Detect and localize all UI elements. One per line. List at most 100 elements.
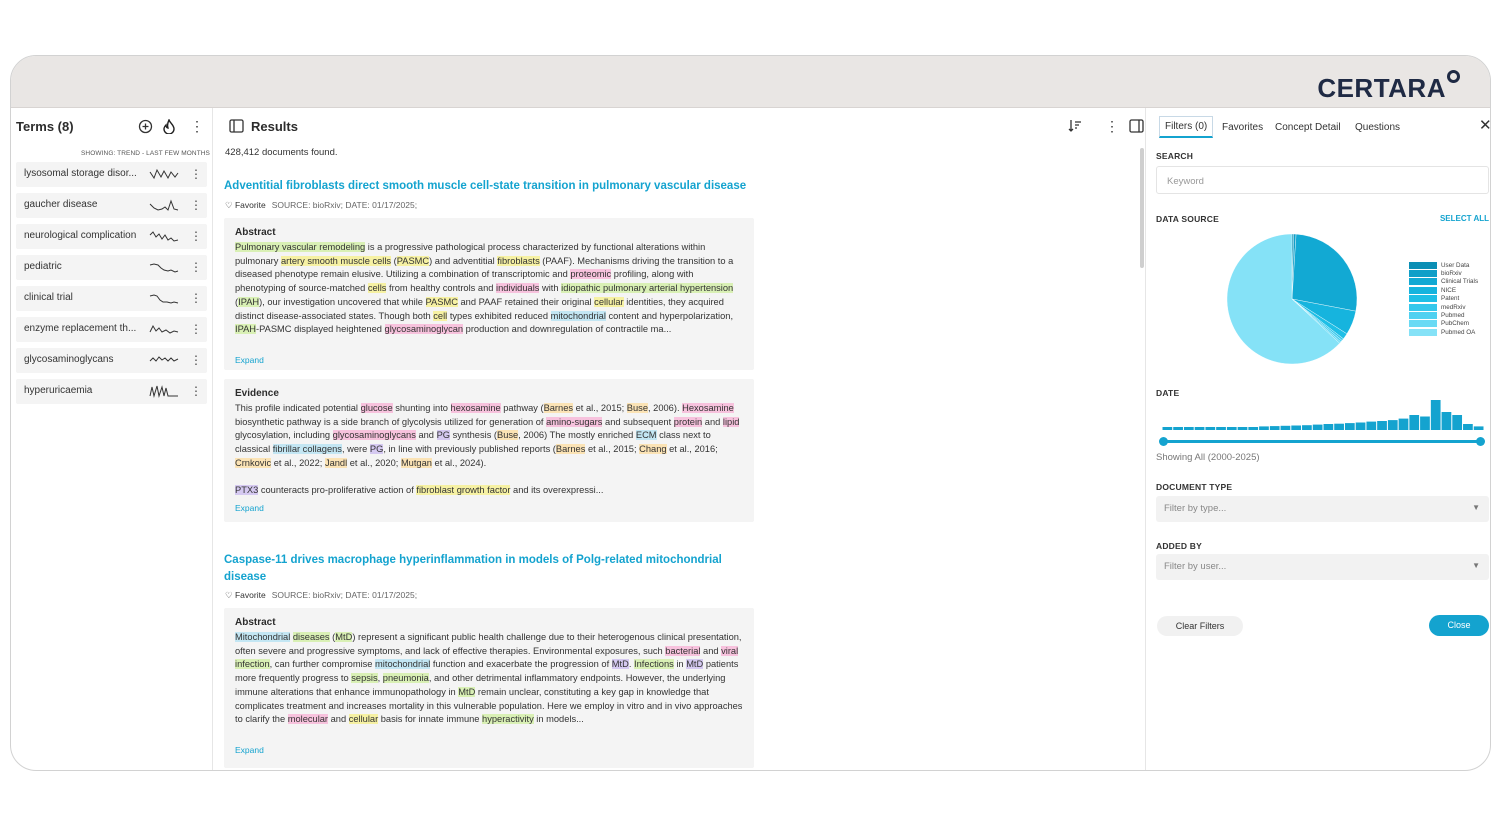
close-icon[interactable]: ✕ [1479, 118, 1490, 134]
term-label: gaucher disease [24, 199, 98, 210]
tab-favorites[interactable]: Favorites [1222, 122, 1263, 133]
date-bar [1237, 427, 1248, 430]
sort-icon[interactable] [1068, 119, 1082, 136]
legend-item: User Data [1409, 261, 1478, 269]
pie-slice[interactable] [1291, 233, 1358, 312]
date-bar [1205, 427, 1216, 430]
date-bar [1183, 427, 1194, 430]
date-range-slider[interactable] [1159, 437, 1485, 446]
panel-toggle-icon[interactable] [229, 119, 244, 136]
abstract-card: Abstract Mitochondrial diseases (MtD) re… [224, 608, 754, 768]
results-scrollbar[interactable] [1140, 148, 1144, 268]
date-bar [1473, 426, 1484, 430]
favorite-button[interactable]: ♡ Favorite [225, 590, 266, 601]
date-bar [1162, 427, 1173, 430]
evidence-heading: Evidence [235, 388, 279, 399]
legend-item: medRxiv [1409, 303, 1478, 311]
date-bar [1420, 416, 1430, 430]
term-more-icon[interactable]: ⋮ [190, 229, 202, 243]
date-bar [1302, 425, 1312, 430]
article-source-date: SOURCE: bioRxiv; DATE: 01/17/2025; [271, 200, 418, 210]
clear-filters-button[interactable]: Clear Filters [1157, 616, 1243, 636]
article-title[interactable]: Adventitial fibroblasts direct smooth mu… [224, 178, 764, 195]
tab-questions[interactable]: Questions [1355, 122, 1400, 133]
abstract-text: Pulmonary vascular remodeling is a progr… [235, 242, 734, 335]
expand-link[interactable]: Expand [235, 355, 264, 365]
term-item[interactable]: gaucher disease ⋮ [16, 193, 207, 218]
term-item[interactable]: lysosomal storage disor... ⋮ [16, 162, 207, 187]
date-bar [1173, 427, 1183, 430]
date-bar [1291, 425, 1302, 430]
terms-more-icon[interactable]: ⋮ [190, 118, 204, 134]
logo-text: CERTARA [1317, 73, 1446, 103]
expand-link[interactable]: Expand [235, 503, 264, 513]
legend-swatch [1409, 312, 1437, 320]
term-item[interactable]: enzyme replacement th... ⋮ [16, 317, 207, 342]
data-source-pie-chart[interactable] [1222, 229, 1362, 369]
term-more-icon[interactable]: ⋮ [190, 384, 202, 398]
legend-item: NICE [1409, 286, 1478, 294]
term-item[interactable]: glycosaminoglycans ⋮ [16, 348, 207, 373]
close-button[interactable]: Close [1429, 615, 1489, 636]
term-more-icon[interactable]: ⋮ [190, 353, 202, 367]
slider-end-handle[interactable] [1476, 437, 1485, 446]
favorite-label: Favorite [234, 590, 266, 600]
document-count: 428,412 documents found. [225, 147, 338, 158]
keyword-input[interactable]: Keyword [1156, 166, 1489, 194]
date-label: DATE [1156, 388, 1180, 398]
legend-swatch [1409, 328, 1437, 336]
term-item[interactable]: hyperuricaemia ⋮ [16, 379, 207, 404]
date-bar [1323, 424, 1334, 430]
favorite-button[interactable]: ♡ Favorite [225, 200, 266, 211]
term-more-icon[interactable]: ⋮ [190, 322, 202, 336]
term-label: neurological complication [24, 230, 137, 241]
term-more-icon[interactable]: ⋮ [190, 260, 202, 274]
term-label: enzyme replacement th... [24, 323, 137, 334]
term-item[interactable]: pediatric ⋮ [16, 255, 207, 280]
date-histogram[interactable] [1162, 398, 1484, 432]
legend-label: NICE [1441, 286, 1457, 294]
trend-sparkline-icon [149, 199, 179, 211]
legend-swatch [1409, 295, 1437, 303]
date-bar [1259, 426, 1269, 430]
term-item[interactable]: clinical trial ⋮ [16, 286, 207, 311]
legend-label: Pubmed [1441, 312, 1465, 320]
date-bar [1387, 420, 1398, 430]
add-term-icon[interactable] [138, 119, 153, 137]
trend-sparkline-icon [149, 385, 178, 398]
slider-start-handle[interactable] [1159, 437, 1168, 446]
term-more-icon[interactable]: ⋮ [190, 167, 202, 181]
terms-panel: Terms (8) ⋮ SHOWING: TREND - LAST FEW MO… [11, 108, 213, 770]
term-more-icon[interactable]: ⋮ [190, 198, 202, 212]
tab-concept-detail[interactable]: Concept Detail [1275, 122, 1341, 133]
added-by-select[interactable]: Filter by user... ▼ [1156, 554, 1489, 580]
flame-icon[interactable] [163, 118, 175, 137]
legend-swatch [1409, 320, 1437, 328]
legend-label: Pubmed OA [1441, 328, 1476, 336]
expand-link[interactable]: Expand [235, 745, 264, 755]
added-by-label: ADDED BY [1156, 541, 1202, 551]
document-type-placeholder: Filter by type... [1164, 503, 1227, 514]
legend-item: Patent [1409, 295, 1478, 303]
article-title[interactable]: Caspase-11 drives macrophage hyperinflam… [224, 552, 764, 586]
date-bar [1409, 415, 1420, 430]
term-label: hyperuricaemia [24, 385, 93, 396]
side-panel-icon[interactable] [1129, 119, 1144, 136]
evidence-card: Evidence This profile indicated potentia… [224, 379, 754, 522]
trend-sparkline-icon [149, 231, 179, 242]
results-title: Results [251, 119, 298, 134]
select-all-link[interactable]: SELECT ALL [1440, 214, 1489, 223]
logo-ring-icon [1447, 70, 1460, 83]
term-item[interactable]: neurological complication ⋮ [16, 224, 207, 249]
term-label: pediatric [24, 261, 62, 272]
results-more-icon[interactable]: ⋮ [1105, 118, 1119, 134]
app-window: CERTARA Terms (8) ⋮ SHOWING: TREND - LAS… [10, 55, 1491, 771]
tab-filters[interactable]: Filters (0) [1159, 116, 1214, 138]
term-more-icon[interactable]: ⋮ [190, 291, 202, 305]
date-bar [1344, 423, 1355, 430]
document-type-select[interactable]: Filter by type... ▼ [1156, 496, 1489, 522]
legend-item: bioRxiv [1409, 269, 1478, 278]
date-bar [1269, 426, 1280, 430]
date-bar [1452, 415, 1463, 430]
date-bar [1226, 427, 1237, 430]
